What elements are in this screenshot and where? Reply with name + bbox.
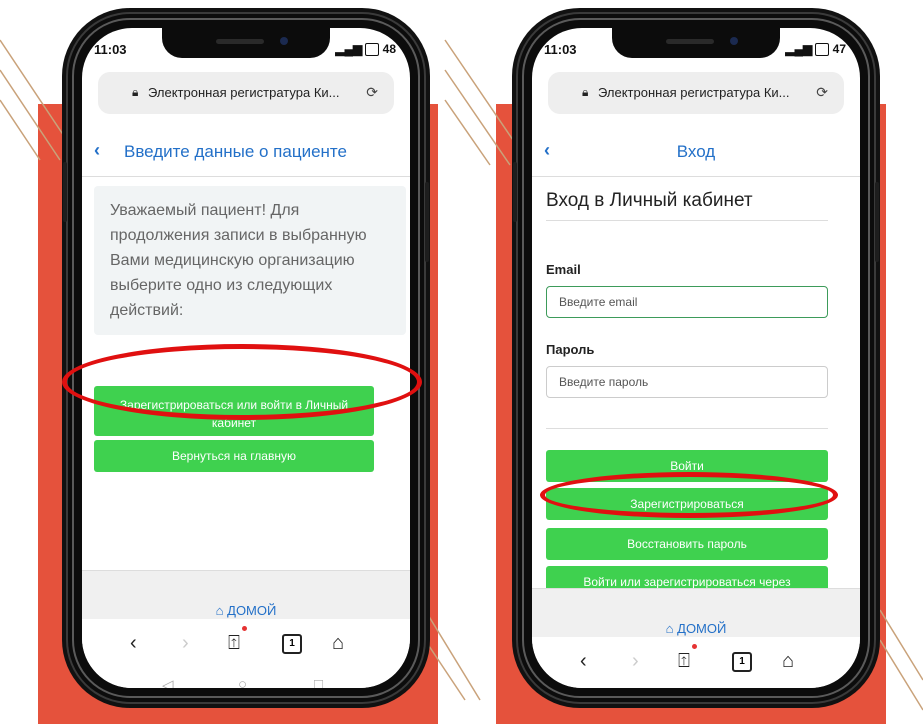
system-back-icon[interactable]: ◁	[162, 676, 174, 688]
power-button	[875, 182, 879, 262]
signal-icon: ▂▄▆	[785, 42, 813, 56]
page-navbar: ‹ Введите данные о пациенте	[82, 126, 410, 177]
browser-toolbar: ‹ › ⍐ 1 ⌂	[82, 620, 410, 670]
browser-back-icon[interactable]: ‹	[130, 632, 137, 655]
email-label: Email	[546, 262, 581, 277]
info-message: Уважаемый пациент! Для продолжения запис…	[94, 186, 406, 335]
volume-button	[513, 162, 517, 222]
notch	[612, 28, 780, 58]
battery-icon	[365, 43, 380, 57]
page-title: Введите данные о пациенте	[124, 142, 347, 161]
battery-icon	[815, 43, 830, 57]
login-label: Войти	[670, 459, 704, 473]
footer-home-link[interactable]: ⌂ ДОМОЙ	[532, 588, 860, 637]
notch	[162, 28, 330, 58]
browser-back-icon[interactable]: ‹	[580, 650, 587, 673]
tabs-count-icon[interactable]: 1	[282, 634, 302, 654]
battery-level: 47	[832, 42, 846, 56]
status-time: 11:03	[94, 42, 127, 57]
home-nav-icon[interactable]: ⌂	[782, 650, 794, 673]
register-or-login-label: Зарегистрироваться или войти в Личный ка…	[119, 398, 349, 430]
lock-icon: 🔒︎	[582, 85, 589, 99]
footer-home-link[interactable]: ⌂ ДОМОЙ	[82, 570, 410, 619]
volume-button	[63, 162, 67, 222]
share-icon[interactable]: ⍐	[678, 650, 690, 673]
browser-forward-icon[interactable]: ›	[632, 650, 639, 673]
browser-toolbar: ‹ › ⍐ 1 ⌂	[532, 638, 860, 688]
password-label: Пароль	[546, 342, 595, 357]
power-button	[425, 182, 429, 262]
home-icon: ⌂	[215, 603, 224, 618]
notification-dot	[242, 626, 247, 631]
phone-left: 11:03 ▂▄▆ 48 🔒︎ Электронная регистратура…	[63, 12, 429, 704]
return-home-button[interactable]: Вернуться на главную	[94, 440, 374, 472]
restore-password-label: Восстановить пароль	[627, 537, 747, 551]
login-button[interactable]: Войти	[546, 450, 828, 482]
notification-dot	[692, 644, 697, 649]
status-time: 11:03	[544, 42, 577, 57]
reload-icon[interactable]: ⟳	[366, 84, 378, 101]
lock-icon: 🔒︎	[132, 85, 139, 99]
footer-label: ДОМОЙ	[227, 603, 277, 618]
register-label: Зарегистрироваться	[630, 497, 744, 511]
login-heading: Вход в Личный кабинет	[546, 190, 828, 221]
email-field[interactable]: Введите email	[546, 286, 828, 318]
system-nav-bar: ◁ ○ □	[82, 670, 410, 688]
url-text: Электронная регистратура Ки...	[598, 85, 790, 100]
page-title: Вход	[676, 142, 716, 161]
screen-right: 11:03 ▂▄▆ 47 🔒︎ Электронная регистратура…	[532, 28, 860, 688]
login-via-label: Войти или зарегистрироваться через	[583, 575, 791, 589]
system-recents-icon[interactable]: □	[314, 676, 323, 688]
battery-level: 48	[382, 42, 396, 56]
share-icon[interactable]: ⍐	[228, 632, 240, 655]
status-icons: ▂▄▆ 47	[785, 42, 846, 57]
home-nav-icon[interactable]: ⌂	[332, 632, 344, 655]
restore-password-button[interactable]: Восстановить пароль	[546, 528, 828, 560]
footer-label: ДОМОЙ	[677, 621, 727, 636]
url-bar[interactable]: 🔒︎ Электронная регистратура Ки... ⟳	[98, 72, 394, 114]
register-or-login-button[interactable]: Зарегистрироваться или войти в Личный ка…	[94, 386, 374, 436]
reload-icon[interactable]: ⟳	[816, 84, 828, 101]
home-icon: ⌂	[665, 621, 674, 636]
signal-icon: ▂▄▆	[335, 42, 363, 56]
back-chevron-icon[interactable]: ‹	[94, 140, 100, 161]
tabs-count-icon[interactable]: 1	[732, 652, 752, 672]
return-home-label: Вернуться на главную	[172, 449, 296, 463]
url-text: Электронная регистратура Ки...	[148, 85, 340, 100]
page-navbar: ‹ Вход	[532, 126, 860, 177]
screen-left: 11:03 ▂▄▆ 48 🔒︎ Электронная регистратура…	[82, 28, 410, 688]
phone-right: 11:03 ▂▄▆ 47 🔒︎ Электронная регистратура…	[513, 12, 879, 704]
divider	[546, 428, 828, 429]
status-icons: ▂▄▆ 48	[335, 42, 396, 57]
browser-forward-icon[interactable]: ›	[182, 632, 189, 655]
password-field[interactable]: Введите пароль	[546, 366, 828, 398]
system-home-icon[interactable]: ○	[238, 676, 247, 688]
register-button[interactable]: Зарегистрироваться	[546, 488, 828, 520]
url-bar[interactable]: 🔒︎ Электронная регистратура Ки... ⟳	[548, 72, 844, 114]
